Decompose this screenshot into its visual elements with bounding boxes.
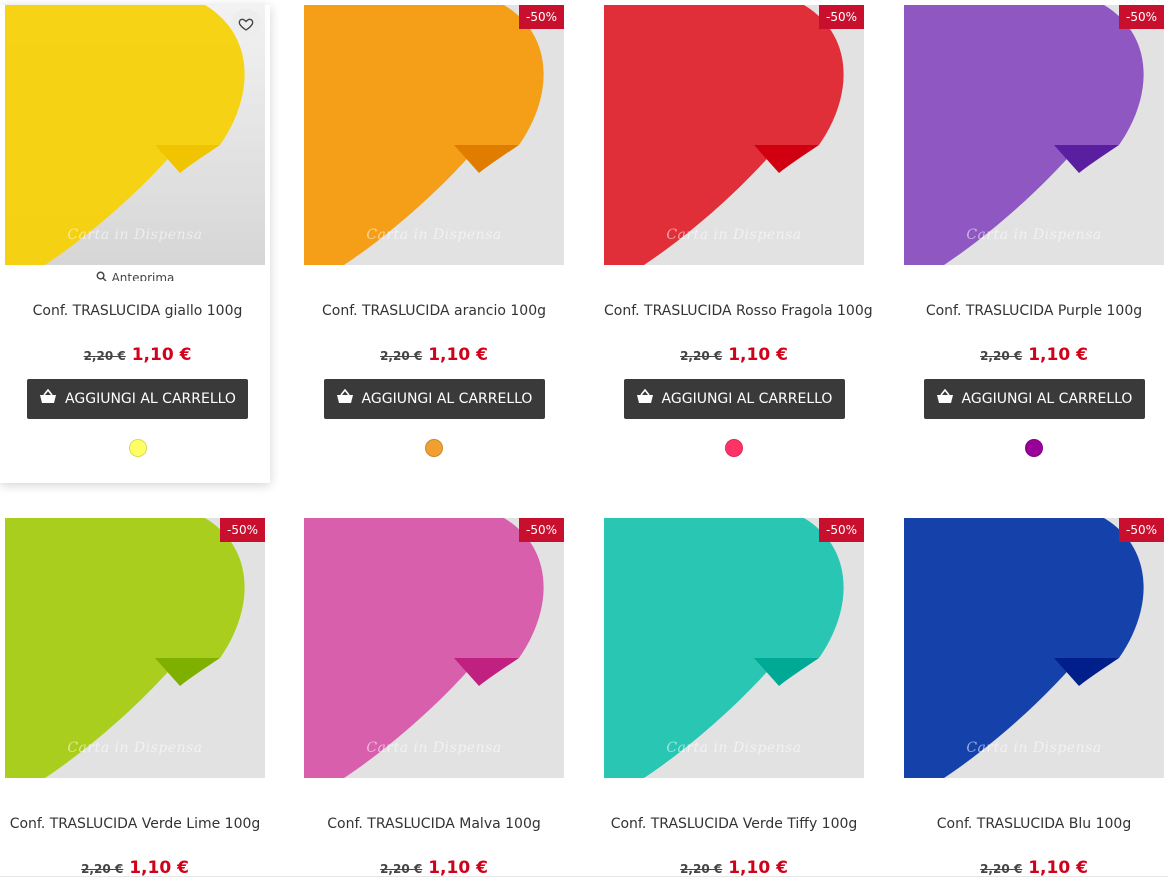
color-swatch[interactable]	[425, 439, 443, 457]
paper-sheet-image	[904, 518, 1164, 778]
product-card[interactable]: -50% Carta in Dispensa Conf. TRASLUCIDA …	[904, 5, 1164, 457]
basket-icon	[636, 388, 654, 409]
watermark: Carta in Dispensa	[67, 227, 203, 243]
old-price: 2,20 €	[83, 349, 126, 363]
product-title[interactable]: Conf. TRASLUCIDA arancio 100g	[304, 303, 564, 323]
paper-sheet-image	[5, 518, 265, 778]
discount-badge: -50%	[1118, 5, 1164, 29]
color-swatch[interactable]	[128, 439, 147, 457]
price-block: 2,20 € 1,10 €	[904, 858, 1164, 882]
product-image[interactable]: -50% Carta in Dispensa	[604, 518, 864, 778]
basket-icon	[39, 388, 57, 409]
product-card[interactable]: -50% Carta in Dispensa Conf. TRASLUCIDA …	[304, 5, 564, 457]
product-title[interactable]: Conf. TRASLUCIDA Purple 100g	[904, 303, 1164, 323]
product-title[interactable]: Conf. TRASLUCIDA Rosso Fragola 100g	[604, 303, 873, 323]
sale-price: 1,10 €	[728, 345, 788, 365]
paper-sheet-image	[304, 518, 564, 778]
discount-badge: -50%	[518, 518, 564, 542]
sale-price: 1,10 €	[131, 345, 192, 365]
basket-icon	[936, 388, 954, 409]
watermark: Carta in Dispensa	[366, 227, 502, 243]
add-to-cart-label: AGGIUNGI AL CARRELLO	[961, 391, 1133, 407]
product-card[interactable]: -50% Carta in Dispensa Conf. TRASLUCIDA …	[304, 518, 564, 882]
sale-price: 1,10 €	[1028, 858, 1088, 878]
sale-price: 1,10 €	[1028, 345, 1088, 365]
sale-price: 1,10 €	[728, 858, 788, 878]
price-block: 2,20 € 1,10 €	[904, 345, 1164, 369]
watermark: Carta in Dispensa	[666, 740, 802, 756]
price-block: 2,20 € 1,10 €	[304, 345, 564, 369]
old-price: 2,20 €	[380, 862, 423, 876]
product-image[interactable]: -50% Carta in Dispensa	[5, 518, 265, 778]
price-block: 2,20 € 1,10 €	[5, 345, 270, 369]
discount-badge: -50%	[818, 518, 864, 542]
price-block: 2,20 € 1,10 €	[304, 858, 564, 882]
old-price: 2,20 €	[380, 349, 423, 363]
watermark: Carta in Dispensa	[666, 227, 802, 243]
paper-sheet-image	[604, 518, 864, 778]
product-image[interactable]: -50% Carta in Dispensa	[604, 5, 864, 265]
product-grid: Carta in Dispensa Anteprima Conf. TRASLU…	[0, 0, 1168, 878]
preview-label: Anteprima	[111, 271, 175, 281]
add-to-cart-label: AGGIUNGI AL CARRELLO	[361, 391, 533, 407]
sale-price: 1,10 €	[428, 858, 488, 878]
product-title[interactable]: Conf. TRASLUCIDA Verde Lime 100g	[5, 816, 265, 836]
discount-badge: -50%	[818, 5, 864, 29]
watermark: Carta in Dispensa	[366, 740, 502, 756]
preview-link[interactable]: Anteprima	[5, 271, 265, 281]
product-title[interactable]: Conf. TRASLUCIDA Malva 100g	[304, 816, 564, 836]
price-block: 2,20 € 1,10 €	[5, 858, 265, 882]
product-title[interactable]: Conf. TRASLUCIDA Blu 100g	[904, 816, 1164, 836]
price-block: 2,20 € 1,10 €	[604, 858, 864, 882]
old-price: 2,20 €	[980, 349, 1023, 363]
old-price: 2,20 €	[980, 862, 1023, 876]
old-price: 2,20 €	[680, 862, 723, 876]
price-block: 2,20 € 1,10 €	[604, 345, 864, 369]
add-to-cart-label: AGGIUNGI AL CARRELLO	[65, 391, 236, 407]
paper-sheet-image	[904, 5, 1164, 265]
product-card[interactable]: -50% Carta in Dispensa Conf. TRASLUCIDA …	[5, 518, 265, 882]
product-image[interactable]: -50% Carta in Dispensa	[304, 5, 564, 265]
paper-sheet-image	[304, 5, 564, 265]
watermark: Carta in Dispensa	[966, 740, 1102, 756]
heart-icon	[238, 16, 254, 32]
old-price: 2,20 €	[81, 862, 124, 876]
sale-price: 1,10 €	[428, 345, 488, 365]
watermark: Carta in Dispensa	[67, 740, 203, 756]
product-image[interactable]: -50% Carta in Dispensa	[304, 518, 564, 778]
product-card[interactable]: -50% Carta in Dispensa Conf. TRASLUCIDA …	[604, 5, 873, 457]
paper-sheet-image	[5, 5, 265, 265]
discount-badge: -50%	[518, 5, 564, 29]
discount-badge: -50%	[219, 518, 265, 542]
add-to-cart-button[interactable]: AGGIUNGI AL CARRELLO	[623, 379, 845, 419]
sale-price: 1,10 €	[129, 858, 189, 878]
product-image[interactable]: -50% Carta in Dispensa	[904, 5, 1164, 265]
product-title[interactable]: Conf. TRASLUCIDA giallo 100g	[5, 303, 270, 323]
add-to-cart-button[interactable]: AGGIUNGI AL CARRELLO	[27, 379, 248, 419]
paper-sheet-image	[604, 5, 864, 265]
product-card[interactable]: Carta in Dispensa Anteprima Conf. TRASLU…	[0, 5, 270, 483]
product-card[interactable]: -50% Carta in Dispensa Conf. TRASLUCIDA …	[604, 518, 864, 882]
add-to-cart-label: AGGIUNGI AL CARRELLO	[661, 391, 833, 407]
add-to-cart-button[interactable]: AGGIUNGI AL CARRELLO	[923, 379, 1145, 419]
product-title[interactable]: Conf. TRASLUCIDA Verde Tiffy 100g	[604, 816, 864, 836]
add-to-cart-button[interactable]: AGGIUNGI AL CARRELLO	[323, 379, 545, 419]
product-image[interactable]: Carta in Dispensa	[5, 5, 265, 265]
product-card[interactable]: -50% Carta in Dispensa Conf. TRASLUCIDA …	[904, 518, 1164, 882]
color-swatch[interactable]	[725, 439, 743, 457]
basket-icon	[336, 388, 354, 409]
product-image[interactable]: -50% Carta in Dispensa	[904, 518, 1164, 778]
wishlist-button[interactable]	[231, 9, 261, 39]
watermark: Carta in Dispensa	[966, 227, 1102, 243]
old-price: 2,20 €	[680, 349, 723, 363]
discount-badge: -50%	[1118, 518, 1164, 542]
search-icon	[96, 271, 107, 281]
color-swatch[interactable]	[1025, 439, 1043, 457]
